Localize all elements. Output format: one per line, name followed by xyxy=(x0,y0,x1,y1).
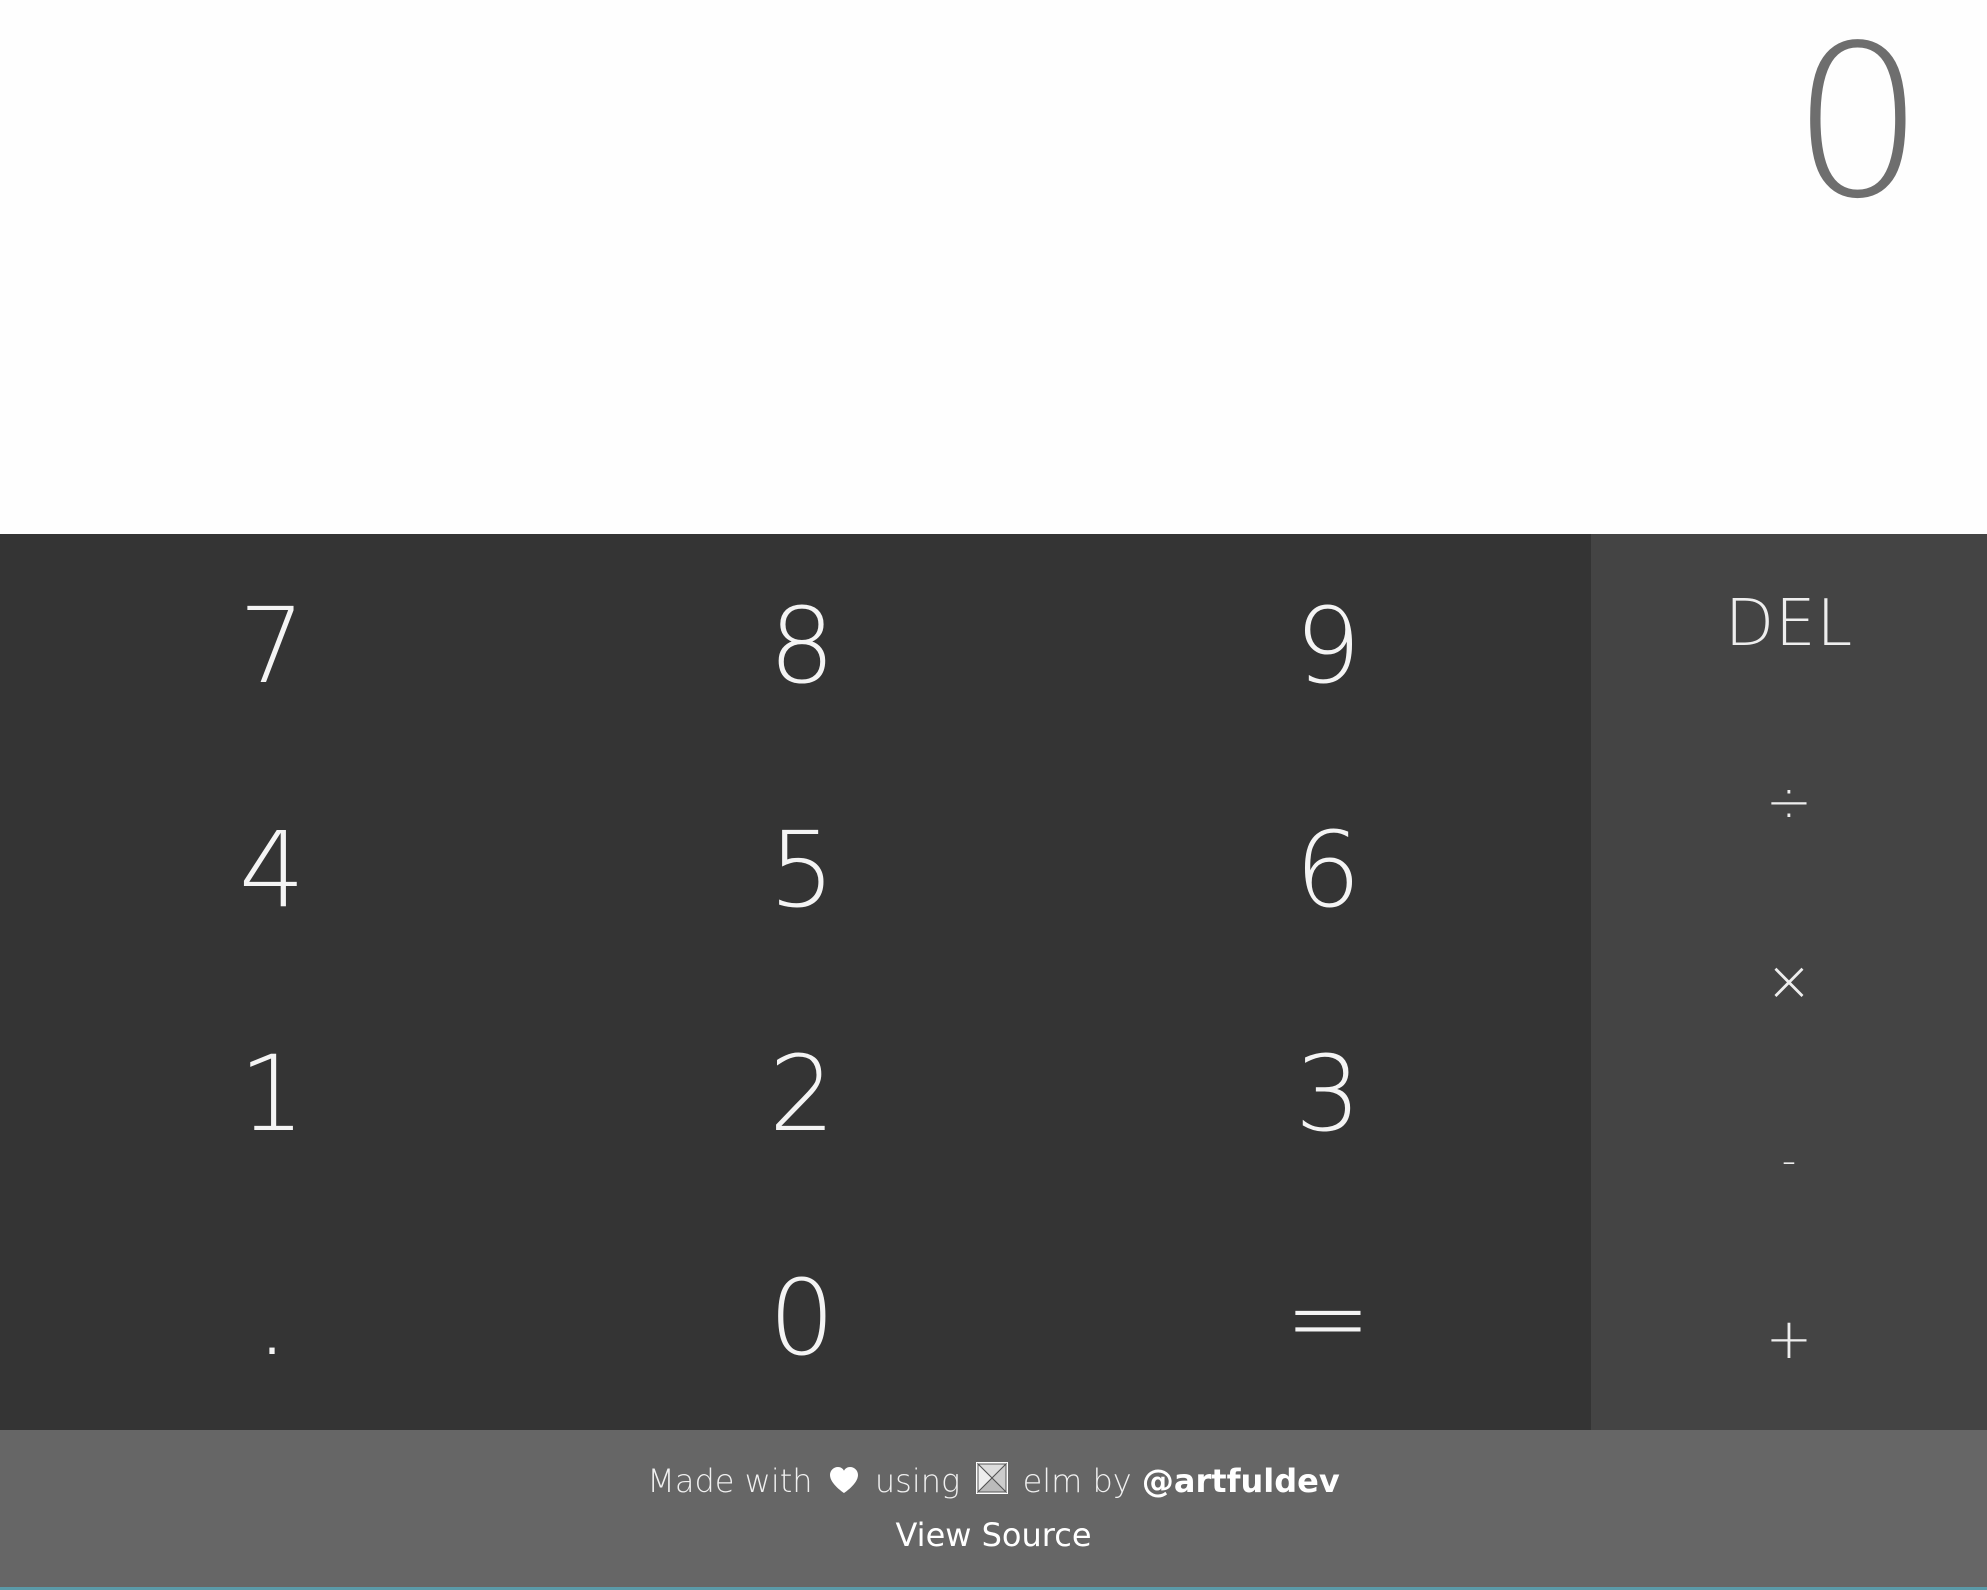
key-8[interactable]: 8 xyxy=(537,534,1067,758)
key-6[interactable]: 6 xyxy=(1063,758,1593,982)
key-1[interactable]: 1 xyxy=(7,982,537,1206)
key-decimal[interactable]: . xyxy=(7,1206,537,1430)
operator-column: DEL ÷ × - + xyxy=(1591,534,1987,1430)
multiply-button[interactable]: × xyxy=(1591,892,1987,1071)
author-link[interactable]: @artfuldev xyxy=(1142,1462,1340,1500)
number-keypad: 7 8 9 4 5 6 1 2 3 . 0 = xyxy=(0,534,1591,1430)
key-7[interactable]: 7 xyxy=(7,534,537,758)
display-value: 0 xyxy=(1791,0,1925,245)
key-equals[interactable]: = xyxy=(1063,1206,1593,1430)
calculator-display: 0 xyxy=(0,0,1987,534)
footer: Made with using elm by @artfuldev View S… xyxy=(0,1430,1987,1590)
heart-icon xyxy=(829,1464,859,1502)
elm-logo-icon xyxy=(976,1462,1009,1502)
key-2[interactable]: 2 xyxy=(537,982,1067,1206)
divide-button[interactable]: ÷ xyxy=(1591,713,1987,892)
view-source-link[interactable]: View Source xyxy=(895,1516,1091,1554)
key-9[interactable]: 9 xyxy=(1063,534,1593,758)
key-4[interactable]: 4 xyxy=(7,758,537,982)
delete-button[interactable]: DEL xyxy=(1591,534,1987,713)
key-5[interactable]: 5 xyxy=(537,758,1067,982)
add-button[interactable]: + xyxy=(1591,1250,1987,1429)
elm-by-text: elm by xyxy=(1022,1462,1132,1500)
made-with-text: Made with xyxy=(647,1462,813,1500)
key-0[interactable]: 0 xyxy=(537,1206,1067,1430)
using-text: using xyxy=(874,1462,961,1500)
view-source-row: View Source xyxy=(0,1516,1987,1554)
subtract-button[interactable]: - xyxy=(1591,1071,1987,1250)
footer-credits: Made with using elm by @artfuldev xyxy=(0,1462,1987,1502)
key-3[interactable]: 3 xyxy=(1063,982,1593,1206)
